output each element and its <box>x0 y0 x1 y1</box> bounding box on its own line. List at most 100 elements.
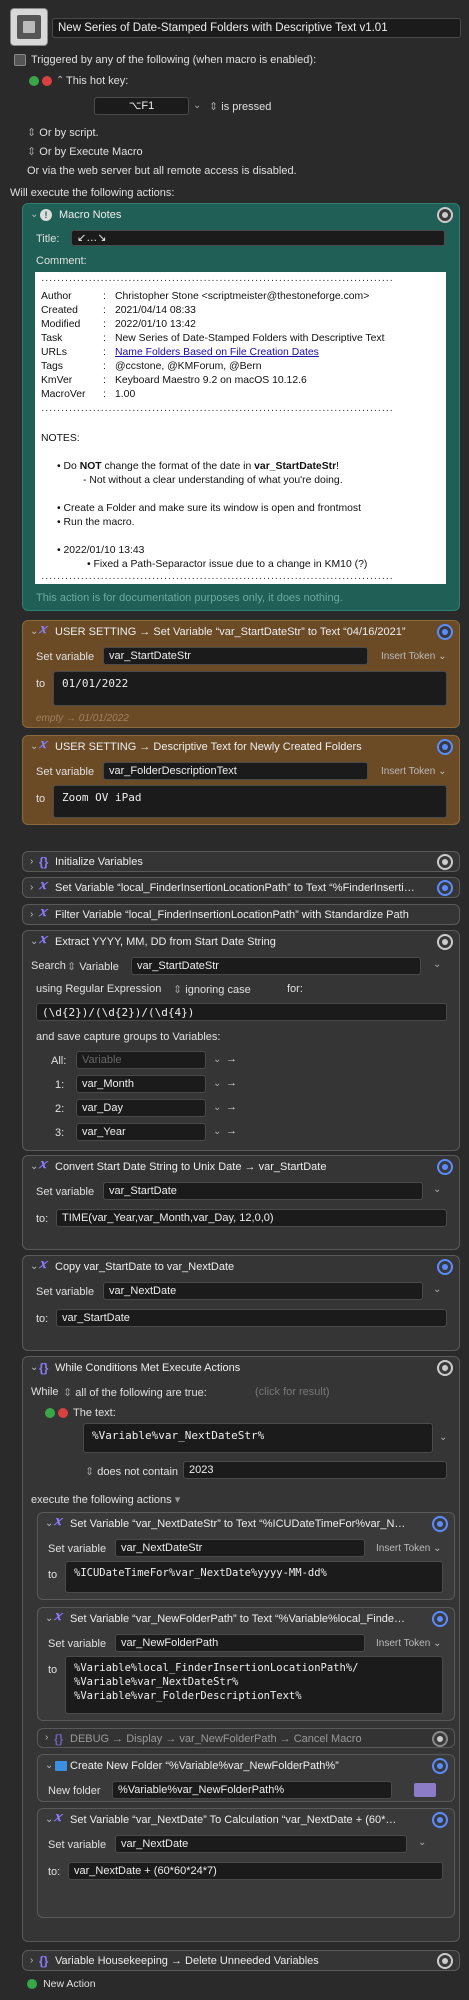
calculation-field[interactable]: var_NextDate + (60*60*24*7) <box>68 1862 443 1880</box>
metadata-value: 1.00 <box>115 389 136 400</box>
variable-type-select[interactable]: ⇕ Variable <box>67 960 119 973</box>
dropdown-icon[interactable]: ⌄ <box>439 1432 447 1443</box>
ignoring-case-select[interactable]: ⇕ ignoring case <box>173 983 251 996</box>
extract-date-action[interactable]: ⌄ 𝑥 Extract YYYY, MM, DD from Start Date… <box>22 930 460 1151</box>
insert-token-menu[interactable]: Insert Token ⌄ <box>381 766 446 777</box>
insert-token-menu[interactable]: Insert Token ⌄ <box>376 1638 441 1649</box>
add-trigger-icon[interactable] <box>29 76 39 86</box>
triggered-checkbox[interactable] <box>14 54 26 66</box>
dropdown-icon[interactable]: ⌄ <box>213 1126 221 1137</box>
dropdown-icon[interactable]: ⌄ <box>213 1102 221 1113</box>
gear-icon[interactable] <box>437 207 453 223</box>
insert-token-menu[interactable]: Insert Token ⌄ <box>381 651 446 662</box>
text-value-field[interactable]: Zoom OV iPad <box>53 785 447 818</box>
add-condition-icon[interactable] <box>45 1408 55 1418</box>
variable-name-field[interactable]: var_StartDate <box>103 1182 423 1200</box>
remove-condition-icon[interactable] <box>58 1408 68 1418</box>
by-script-label[interactable]: ⇕ Or by script. <box>27 126 99 139</box>
remove-trigger-icon[interactable] <box>42 76 52 86</box>
comparison-select[interactable]: ⇕ does not contain <box>85 1465 178 1478</box>
metadata-colon: : <box>103 333 106 344</box>
comment-text[interactable]: ········································… <box>35 272 446 584</box>
gear-icon[interactable] <box>432 1812 448 1828</box>
debug-display-action[interactable]: › {} DEBUG → Display → var_NewFolderPath… <box>37 1728 455 1748</box>
title-label: Title: <box>36 233 60 245</box>
variable-housekeeping-action[interactable]: › {} Variable Housekeeping → Delete Unne… <box>22 1950 460 1971</box>
initialize-variables-action[interactable]: › {} Initialize Variables <box>22 851 460 872</box>
arrow-icon[interactable]: → <box>226 1077 237 1089</box>
new-action-button[interactable]: New Action <box>27 1978 96 1990</box>
dropdown-icon[interactable]: ⌄ <box>213 1054 221 1065</box>
hotkey-dropdown-icon[interactable]: ⌄ <box>193 100 201 111</box>
set-start-date-action[interactable]: ⌄ 𝑥 USER SETTING → Set Variable “var_Sta… <box>22 620 460 728</box>
text-value-field[interactable]: 01/01/2022 <box>53 671 447 706</box>
gear-icon[interactable] <box>437 854 453 870</box>
variable-name-field[interactable]: var_NextDateStr <box>115 1539 365 1557</box>
set-next-date-str-action[interactable]: ⌄ 𝑥 Set Variable “var_NextDateStr” to Te… <box>37 1512 455 1600</box>
group-3-field[interactable]: var_Year <box>76 1123 206 1141</box>
gear-icon[interactable] <box>437 1159 453 1175</box>
while-conditions-action[interactable]: ⌄ {} While Conditions Met Execute Action… <box>22 1356 460 1942</box>
title-field[interactable]: ↙…↘ <box>71 230 445 246</box>
gear-icon[interactable] <box>437 1259 453 1275</box>
new-action-label: New Action <box>43 1978 96 1990</box>
url-link[interactable]: Name Folders Based on File Creation Date… <box>115 346 319 360</box>
create-new-folder-action[interactable]: ⌄ Create New Folder “%Variable%var_NewFo… <box>37 1754 455 1802</box>
gear-icon[interactable] <box>437 624 453 640</box>
text-value-field[interactable]: %ICUDateTimeFor%var_NextDate%yyyy-MM-dd% <box>65 1561 443 1593</box>
is-pressed-select[interactable]: ⇕ is pressed <box>209 100 271 113</box>
set-new-folder-path-action[interactable]: ⌄ 𝑥 Set Variable “var_NewFolderPath” to … <box>37 1607 455 1721</box>
macro-notes-action[interactable]: ⌄ ! Macro Notes Title: ↙…↘ Comment: ····… <box>22 203 460 611</box>
copy-start-date-action[interactable]: ⌄ 𝑥 Copy var_StartDate to var_NextDate S… <box>22 1255 460 1351</box>
group-1-field[interactable]: var_Month <box>76 1075 206 1093</box>
set-next-date-calc-action[interactable]: ⌄ 𝑥 Set Variable “var_NextDate” To Calcu… <box>37 1808 455 1918</box>
set-finder-path-action[interactable]: › 𝑥 Set Variable “local_FinderInsertionL… <box>22 877 460 898</box>
gear-icon[interactable] <box>432 1611 448 1627</box>
metadata-colon: : <box>103 305 106 316</box>
arrow-icon[interactable]: → <box>226 1053 237 1065</box>
gear-icon[interactable] <box>437 739 453 755</box>
folder-description-action[interactable]: ⌄ 𝑥 USER SETTING → Descriptive Text for … <box>22 735 460 825</box>
click-for-result[interactable]: (click for result) <box>255 1386 330 1398</box>
hotkey-field[interactable]: ⌥F1 <box>94 97 189 115</box>
folder-path-field[interactable]: %Variable%var_NewFolderPath% <box>112 1781 392 1799</box>
to-label: to <box>36 678 46 690</box>
group-2-field[interactable]: var_Day <box>76 1099 206 1117</box>
condition-mode-select[interactable]: ⇕ all of the following are true: <box>63 1386 207 1399</box>
calculation-field[interactable]: var_StartDate <box>56 1309 447 1327</box>
gear-icon[interactable] <box>432 1516 448 1532</box>
convert-date-action[interactable]: ⌄ 𝑥 Convert Start Date String to Unix Da… <box>22 1155 460 1250</box>
gear-icon[interactable] <box>437 934 453 950</box>
metadata-list: Author: Christopher Stone <scriptmeister@… <box>41 290 441 402</box>
hotkey-chevron-icon[interactable]: ⌃ <box>56 75 64 86</box>
gear-icon[interactable] <box>432 1731 448 1747</box>
text-value-field[interactable]: %Variable%local_FinderInsertionLocationP… <box>65 1656 443 1714</box>
all-variable-field[interactable]: Variable <box>76 1051 206 1069</box>
gear-icon[interactable] <box>437 880 453 896</box>
by-execute-label[interactable]: ⇕ Or by Execute Macro <box>27 145 143 158</box>
comparison-value-field[interactable]: 2023 <box>183 1461 447 1479</box>
dropdown-icon[interactable]: ⌄ <box>213 1078 221 1089</box>
regex-field[interactable]: (\d{2})/(\d{2})/(\d{4}) <box>36 1003 447 1021</box>
variable-name-field[interactable]: var_NewFolderPath <box>115 1634 365 1652</box>
search-variable-field[interactable]: var_StartDateStr <box>131 957 421 975</box>
dropdown-icon[interactable]: ⌄ <box>418 1837 426 1848</box>
variable-name-field[interactable]: var_NextDate <box>115 1835 407 1853</box>
variable-name-field[interactable]: var_StartDateStr <box>103 647 368 665</box>
variable-name-field[interactable]: var_NextDate <box>103 1282 423 1300</box>
gear-icon[interactable] <box>437 1360 453 1376</box>
dropdown-icon[interactable]: ⌄ <box>433 1284 441 1295</box>
search-variable-dropdown-icon[interactable]: ⌄ <box>433 959 441 970</box>
condition-text-field[interactable]: %Variable%var_NextDateStr% <box>83 1423 433 1453</box>
filter-variable-action[interactable]: › 𝑥 Filter Variable “local_FinderInserti… <box>22 904 460 925</box>
dropdown-icon[interactable]: ⌄ <box>433 1184 441 1195</box>
variable-name-field[interactable]: var_FolderDescriptionText <box>103 762 368 780</box>
insert-token-menu[interactable]: Insert Token ⌄ <box>376 1543 441 1554</box>
gear-icon[interactable] <box>432 1758 448 1774</box>
calculation-field[interactable]: TIME(var_Year,var_Month,var_Day, 12,0,0) <box>56 1209 447 1227</box>
token-button[interactable] <box>414 1783 436 1797</box>
gear-icon[interactable] <box>437 1953 453 1969</box>
arrow-icon[interactable]: → <box>226 1125 237 1137</box>
macro-name-field[interactable]: New Series of Date-Stamped Folders with … <box>52 18 461 38</box>
arrow-icon[interactable]: → <box>226 1101 237 1113</box>
